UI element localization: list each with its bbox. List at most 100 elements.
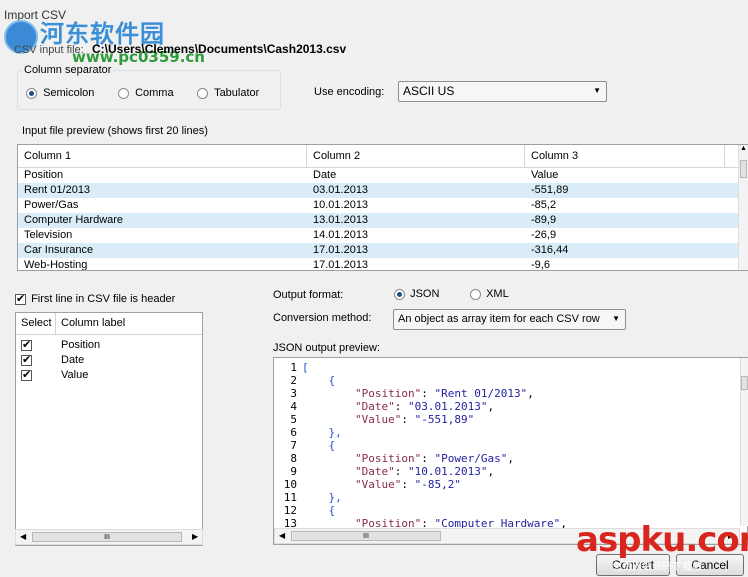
column-select-row[interactable]: Value [16,368,202,383]
json-preview-label: JSON output preview: [273,342,380,354]
line-number: 6 [290,426,297,439]
code-text: }, [302,426,342,439]
preview-scrollbar[interactable]: ▲ [738,145,748,270]
preview-row[interactable]: Position Date Value [18,168,747,183]
scroll-right-icon[interactable]: ▶ [192,532,198,541]
preview-row[interactable]: Television 14.01.2013 -26,9 [18,228,747,243]
column-select-row[interactable]: Date [16,353,202,368]
line-number: 9 [290,465,297,478]
columns-table[interactable]: Select Column label PositionDateValue [15,312,203,546]
column-label-cell[interactable]: Value [61,368,88,383]
line-number: 2 [290,374,297,387]
code-text: [ [302,361,309,374]
header-checkbox-row[interactable]: First line in CSV file is header [15,292,175,305]
columns-hscrollbar[interactable]: ◀ III ▶ [15,529,203,545]
conversion-select[interactable]: An object as array item for each CSV row… [393,309,626,330]
columns-scroll-thumb[interactable]: III [32,532,182,542]
radio-xml-circle[interactable] [470,288,481,300]
preview-cell: 17.01.2013 [313,244,369,256]
radio-tabulator-circle[interactable] [197,87,208,99]
code-text: "Position": "Power/Gas", [354,452,514,465]
preview-cell: -551,89 [531,184,569,196]
line-number: 1 [290,361,297,374]
code-line: 8 "Position": "Power/Gas", [274,452,747,465]
code-line: 6 }, [274,426,747,439]
code-line: 5 "Value": "-551,89" [274,413,747,426]
code-line: 12 { [274,504,747,517]
column-select-cell [16,353,61,368]
radio-semicolon-label: Semicolon [43,87,95,99]
code-text: "Date": "10.01.2013", [354,465,495,478]
radio-semicolon-circle[interactable] [26,87,37,99]
select-col-header[interactable]: Select [16,313,56,334]
scroll-up-icon[interactable]: ▲ [739,145,748,152]
encoding-select[interactable]: ASCII US ▼ [398,81,607,102]
radio-json[interactable]: JSON [394,288,439,300]
column-select-checkbox[interactable] [21,368,32,383]
json-vscrollbar[interactable] [740,358,748,526]
column-label-cell[interactable]: Position [61,338,100,353]
encoding-value: ASCII US [403,84,455,98]
preview-row[interactable]: Web-Hosting 17.01.2013 -9,6 [18,258,747,271]
radio-tabulator[interactable]: Tabulator [197,87,259,99]
preview-cell: Power/Gas [24,199,79,211]
output-format-label: Output format: [273,289,344,301]
input-file-path: C:\Users\Clemens\Documents\Cash2013.csv [92,42,347,56]
json-scroll-thumb-h[interactable]: III [291,531,441,541]
line-number: 7 [290,439,297,452]
radio-json-label: JSON [410,288,440,300]
code-line: 1[ [274,361,747,374]
preview-cell: 03.01.2013 [313,184,369,196]
scroll-left-icon[interactable]: ◀ [20,532,26,541]
json-preview-editor[interactable]: 1[2 {3 "Position": "Rent 01/2013", 4 "Dat… [273,357,748,545]
preview-col-header-1[interactable]: Column 1 [18,145,307,167]
radio-xml[interactable]: XML [470,288,509,300]
column-separator-legend: Column separator [22,64,114,76]
column-select-cell [16,338,61,353]
column-select-checkbox[interactable] [21,353,32,368]
conversion-value: An object as array item for each CSV row [398,313,600,325]
column-label-cell[interactable]: Date [61,353,84,368]
preview-row[interactable]: Power/Gas 10.01.2013 -85,2 [18,198,747,213]
code-line: 10 "Value": "-85,2" [274,478,747,491]
preview-cell: -85,2 [531,199,557,211]
code-text: { [302,439,336,452]
radio-semicolon[interactable]: Semicolon [26,87,94,99]
radio-comma-label: Comma [135,87,174,99]
preview-cell: -316,44 [531,244,569,256]
preview-col-header-2[interactable]: Column 2 [307,145,525,167]
radio-json-circle[interactable] [394,288,405,300]
column-select-row[interactable]: Position [16,338,202,353]
preview-row[interactable]: Rent 01/2013 03.01.2013 -551,89 [18,183,747,198]
preview-cell: Position [24,169,64,181]
column-select-checkbox[interactable] [21,338,32,353]
scroll-left-icon[interactable]: ◀ [279,531,285,540]
conversion-label: Conversion method: [273,312,372,324]
encoding-label: Use encoding: [314,86,385,98]
radio-comma-circle[interactable] [118,87,129,99]
corner-watermark: aspku.com [576,520,748,560]
code-text: "Date": "03.01.2013", [354,400,495,413]
preview-row[interactable]: Computer Hardware 13.01.2013 -89,9 [18,213,747,228]
label-col-header[interactable]: Column label [56,313,202,334]
preview-cell: 14.01.2013 [313,229,369,241]
code-text: "Value": "-85,2" [354,478,461,491]
preview-header-row: Column 1 Column 2 Column 3 [18,145,747,168]
preview-scroll-thumb[interactable] [740,160,747,178]
preview-col-header-3[interactable]: Column 3 [525,145,725,167]
json-scroll-thumb[interactable] [741,376,748,390]
code-text: }, [302,491,342,504]
json-code-lines: 1[2 {3 "Position": "Rent 01/2013", 4 "Dat… [274,358,747,530]
preview-cell: Web-Hosting [24,259,88,271]
code-text: "Value": "-551,89" [354,413,475,426]
line-number: 8 [290,452,297,465]
radio-xml-label: XML [486,288,509,300]
preview-row[interactable]: Car Insurance 17.01.2013 -316,44 [18,243,747,258]
radio-comma[interactable]: Comma [118,87,174,99]
preview-table[interactable]: Column 1 Column 2 Column 3 Position Date V… [17,144,748,271]
preview-cell: 17.01.2013 [313,259,369,271]
code-line: 3 "Position": "Rent 01/2013", [274,387,747,400]
code-line: 7 { [274,439,747,452]
line-number: 11 [283,491,297,504]
header-checkbox[interactable] [15,292,26,305]
